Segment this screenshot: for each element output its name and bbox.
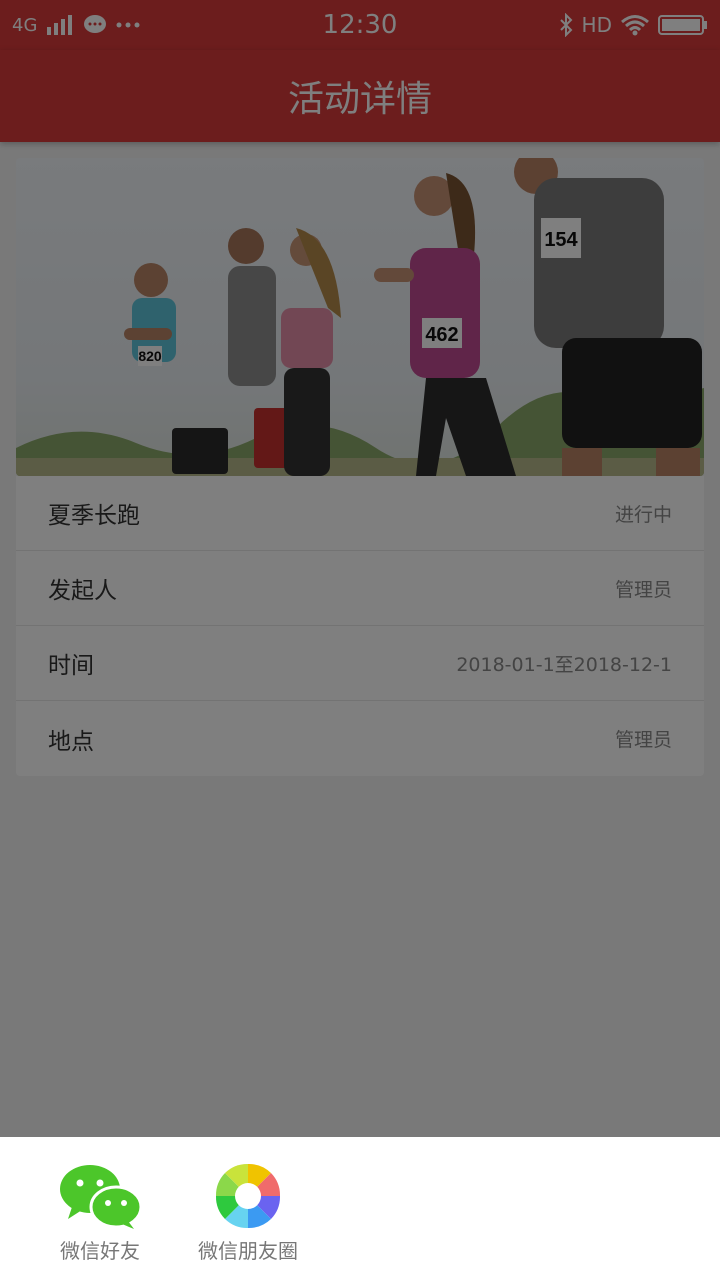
moments-icon <box>215 1163 281 1229</box>
wechat-icon <box>60 1165 142 1229</box>
share-moments-label: 微信朋友圈 <box>198 1239 298 1263</box>
share-wechat-friend-label: 微信好友 <box>60 1239 140 1263</box>
share-sheet: 微信好友 微信朋友圈 <box>0 1137 720 1280</box>
modal-backdrop[interactable] <box>0 0 720 1137</box>
share-wechat-friend-button[interactable]: 微信好友 <box>40 1163 160 1264</box>
share-moments-button[interactable]: 微信朋友圈 <box>188 1163 308 1264</box>
